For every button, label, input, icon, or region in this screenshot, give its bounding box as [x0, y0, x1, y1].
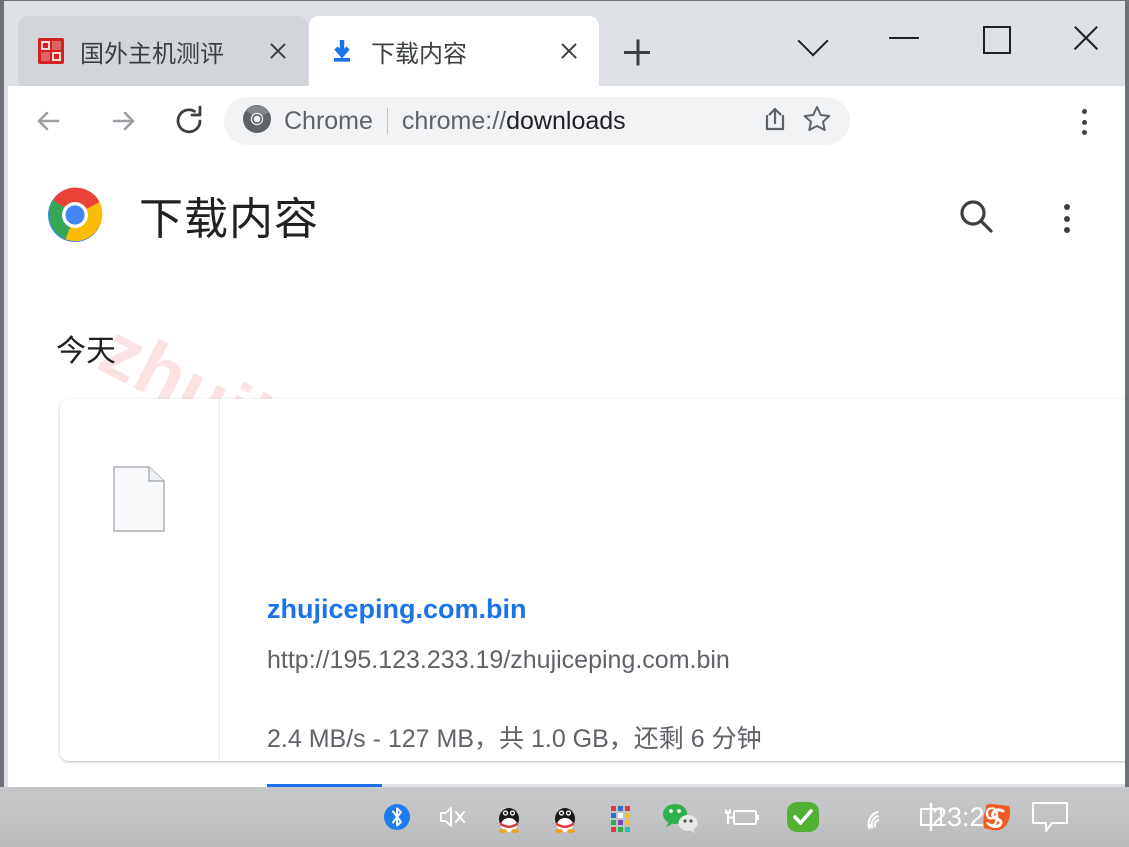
tab-title: 下载内容 [371, 40, 467, 68]
tab-strip: 国外主机测评 下载内容 [8, 2, 1129, 86]
window-right-border [1125, 1, 1129, 787]
maximize-icon [983, 26, 1011, 54]
chevron-down-icon [797, 25, 829, 57]
download-arrow-icon [327, 36, 357, 66]
bookmark-star-icon[interactable] [800, 102, 834, 141]
back-button[interactable] [26, 96, 76, 146]
tab-search-button[interactable] [783, 10, 845, 66]
download-status-text: 2.4 MB/s - 127 MB，共 1.0 GB，还剩 6 分钟 [267, 725, 762, 753]
url-host: downloads [506, 106, 626, 135]
maximize-button[interactable] [964, 10, 1026, 66]
tab-close-icon[interactable] [549, 31, 589, 71]
download-file-icon-cell [60, 399, 220, 761]
browser-window: 国外主机测评 下载内容 Chrome chrome://downloads 下载… [0, 0, 1129, 787]
color-grid-icon[interactable] [604, 800, 638, 834]
downloads-page: zhujiceping.com 下载内容 [8, 156, 1129, 787]
new-tab-button[interactable] [613, 28, 661, 76]
url-scheme: chrome:// [401, 106, 507, 135]
download-item-card: zhujiceping.com.bin http://195.123.233.1… [60, 399, 1129, 787]
bluetooth-icon[interactable] [380, 800, 414, 834]
minimize-icon [889, 37, 919, 40]
arrow-left-icon [37, 111, 60, 131]
download-filename-link[interactable]: zhujiceping.com.bin [267, 594, 527, 625]
address-bar[interactable]: Chrome chrome://downloads [224, 97, 850, 145]
tab-下载内容[interactable]: 下载内容 [309, 16, 599, 86]
notification-balloon-icon[interactable] [1030, 801, 1070, 833]
three-dot-menu-icon [1064, 204, 1070, 210]
qq-icon[interactable] [492, 800, 526, 834]
windows-taskbar: 23:29 [0, 787, 1129, 847]
chrome-logo-icon [242, 104, 272, 139]
wifi-icon[interactable] [858, 800, 892, 834]
reload-icon [176, 105, 202, 134]
close-window-button[interactable] [1056, 10, 1118, 66]
chrome-logo-icon [46, 186, 104, 244]
page-title: 下载内容 [139, 195, 319, 244]
taskbar-clock[interactable]: 23:29 [932, 787, 1000, 847]
security-check-icon[interactable] [784, 800, 822, 834]
tab-close-icon[interactable] [258, 31, 298, 71]
date-group-heading: 今天 [56, 335, 116, 368]
omnibox-separator [386, 108, 388, 134]
volume-muted-icon[interactable] [436, 800, 470, 834]
downloads-search-button[interactable] [952, 192, 1002, 242]
red-seal-favicon-icon [36, 36, 66, 66]
tab-国外主机测评[interactable]: 国外主机测评 [18, 16, 308, 86]
wechat-icon[interactable] [660, 800, 700, 834]
search-icon [960, 200, 993, 233]
qq-icon-2[interactable] [548, 800, 582, 834]
share-icon[interactable] [758, 102, 792, 141]
omnibox-brand-label: Chrome [284, 106, 373, 135]
forward-button[interactable] [96, 96, 146, 146]
system-tray [380, 787, 1014, 847]
omnibox-url-text: chrome://downloads [402, 107, 758, 136]
minimize-button[interactable] [873, 10, 935, 66]
generic-file-icon [113, 466, 165, 532]
tab-title: 国外主机测评 [80, 40, 224, 68]
download-source-url: http://195.123.233.19/zhujiceping.com.bi… [267, 646, 730, 674]
chrome-menu-button[interactable] [1063, 100, 1107, 144]
three-dot-menu-icon [1082, 109, 1087, 114]
browser-toolbar: Chrome chrome://downloads [8, 86, 1129, 157]
downloads-page-header: 下载内容 [8, 156, 1129, 266]
reload-button[interactable] [164, 96, 214, 146]
downloads-menu-button[interactable] [1042, 192, 1092, 242]
arrow-right-icon [112, 111, 135, 131]
battery-charging-icon[interactable] [722, 800, 762, 834]
